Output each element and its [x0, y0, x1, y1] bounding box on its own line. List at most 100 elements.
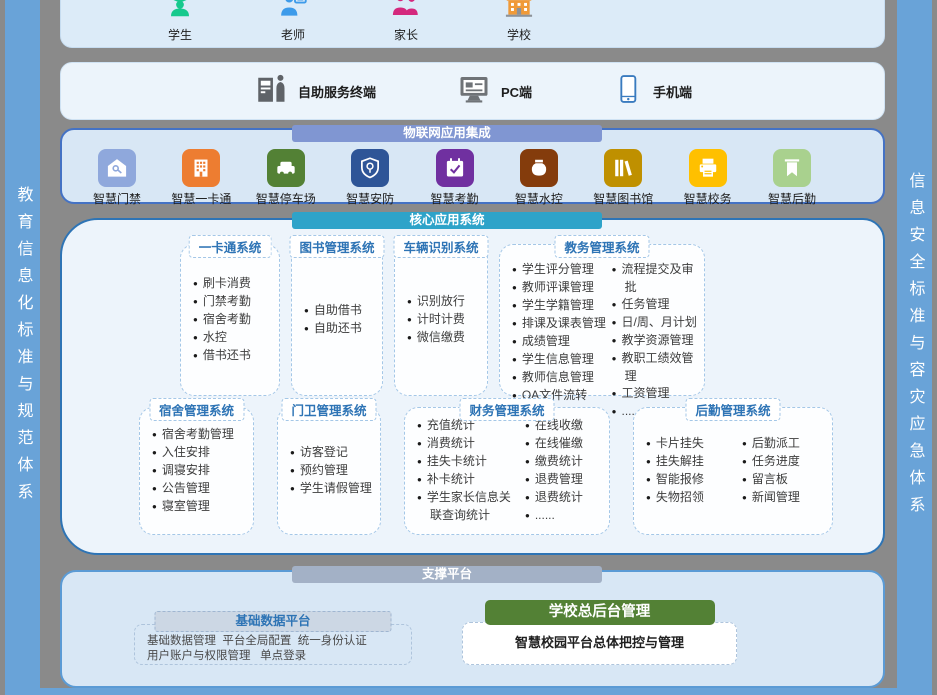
feature-item: 计时计费 — [407, 311, 465, 329]
feature-item: 寝室管理 — [152, 498, 234, 516]
parking-icon — [267, 149, 305, 187]
user-roles-panel: 学生 老师 — [60, 0, 885, 48]
role-label: 学生 — [168, 26, 192, 43]
teacher-icon — [278, 0, 308, 25]
pc-icon — [456, 71, 492, 112]
channel-pc: PC端 — [456, 71, 532, 112]
role-label: 家长 — [394, 26, 418, 43]
feature-item: 门禁考勤 — [193, 293, 251, 311]
feature-item: 教职工绩效管理 — [612, 350, 698, 385]
feature-item: 教学资源管理 — [612, 332, 698, 350]
feature-item: 在线催缴 — [525, 435, 583, 453]
feature-item: 调寝安排 — [152, 462, 234, 480]
school-admin-title: 学校总后台管理 — [485, 600, 715, 625]
feature-item: 水控 — [193, 329, 251, 347]
feature-list: 在线收缴在线催缴缴费统计退费管理退费统计...... — [525, 417, 583, 525]
system-box-title: 财务管理系统 — [459, 398, 554, 421]
vehicle-system-box: 车辆识别系统 识别放行计时计费微信缴费 — [394, 244, 488, 396]
gatekeeper-system-box: 门卫管理系统 访客登记预约管理学生请假管理 — [277, 407, 381, 535]
feature-item: 学生请假管理 — [290, 480, 372, 498]
role-label: 老师 — [281, 26, 305, 43]
attendance-icon — [436, 149, 474, 187]
feature-item: 教师信息管理 — [512, 369, 608, 387]
role-label: 学校 — [507, 26, 531, 43]
iot-attendance: 智慧考勤 — [416, 149, 494, 207]
iot-label: 智慧停车场 — [256, 190, 316, 207]
school-admin-box: 学校总后台管理 智慧校园平台总体把控与管理 — [462, 622, 737, 665]
dorm-system-box: 宿舍管理系统 宿舍考勤管理入住安排调寝安排公告管理寝室管理 — [139, 407, 254, 535]
feature-item: 退费统计 — [525, 489, 583, 507]
iot-label: 智慧一卡通 — [171, 190, 231, 207]
iot-label: 智慧图书馆 — [593, 190, 653, 207]
feature-item: 宿舍考勤管理 — [152, 426, 234, 444]
feature-item: 学生信息管理 — [512, 351, 608, 369]
role-parent: 家长 — [367, 0, 445, 43]
library-system-box: 图书管理系统 自助借书自助还书 — [291, 244, 383, 396]
core-panel-title: 核心应用系统 — [292, 212, 602, 229]
logistics-icon — [773, 149, 811, 187]
iot-school-affairs: 智慧校务 — [669, 149, 747, 207]
diagram-main: 学生 老师 — [60, 0, 885, 695]
iot-panel-title: 物联网应用集成 — [292, 125, 602, 142]
feature-item: 微信缴费 — [407, 329, 465, 347]
support-platform-panel: 支撑平台 基础数据平台 基础数据管理 平台全局配置 统一身份认证 用户账户与权限… — [60, 570, 885, 688]
core-systems-panel: 核心应用系统 一卡通系统 刷卡消费门禁考勤宿舍考勤水控借书还书 图书管理系统 自… — [60, 218, 885, 555]
right-standards-label: 信息安全标准与容灾应急体系 — [903, 172, 927, 523]
channel-kiosk: 自助服务终端 — [253, 71, 376, 112]
feature-item: 挂失卡统计 — [417, 453, 521, 471]
left-standards-label: 教育信息化标准与规范体系 — [11, 186, 35, 510]
feature-item: 学生评分管理 — [512, 261, 608, 279]
feature-list: 卡片挂失挂失解挂智能报修失物招领 — [646, 435, 738, 507]
role-school: 学校 — [480, 0, 558, 43]
school-icon — [503, 0, 535, 25]
feature-item: 借书还书 — [193, 347, 251, 365]
feature-item: 学生学籍管理 — [512, 297, 608, 315]
iot-label: 智慧校务 — [684, 190, 732, 207]
feature-item: 流程提交及审批 — [612, 261, 698, 296]
system-box-title: 教务管理系统 — [554, 235, 649, 258]
onecard-icon — [182, 149, 220, 187]
bottom-frame-strip — [5, 688, 932, 695]
feature-list: 学生评分管理教师评课管理学生学籍管理排课及课表管理成绩管理学生信息管理教师信息管… — [512, 261, 608, 421]
feature-item: 入住安排 — [152, 444, 234, 462]
feature-list: 刷卡消费门禁考勤宿舍考勤水控借书还书 — [193, 275, 251, 365]
iot-label: 智慧门禁 — [93, 190, 141, 207]
iot-door-access: 智慧门禁 — [78, 149, 156, 207]
student-icon — [165, 0, 195, 25]
school-affairs-icon — [689, 149, 727, 187]
channel-label: PC端 — [501, 82, 532, 101]
feature-item: 补卡统计 — [417, 471, 521, 489]
iot-label: 智慧考勤 — [430, 190, 478, 207]
feature-item: 退费管理 — [525, 471, 583, 489]
feature-item: 排课及课表管理 — [512, 315, 608, 333]
feature-item: 任务管理 — [612, 296, 698, 314]
feature-list: 充值统计消费统计挂失卡统计补卡统计学生家长信息关联查询统计 — [417, 417, 521, 525]
feature-item: 公告管理 — [152, 480, 234, 498]
iot-onecard: 智慧一卡通 — [162, 149, 240, 207]
school-admin-text: 智慧校园平台总体把控与管理 — [463, 623, 736, 663]
feature-item: 消费统计 — [417, 435, 521, 453]
feature-item: 自助借书 — [304, 302, 362, 320]
role-student: 学生 — [141, 0, 219, 43]
iot-label: 智慧安防 — [346, 190, 394, 207]
feature-list: 访客登记预约管理学生请假管理 — [290, 444, 372, 498]
iot-panel: 物联网应用集成 智慧门禁 — [60, 128, 885, 204]
system-box-title: 一卡通系统 — [189, 235, 272, 258]
channel-label: 手机端 — [653, 82, 692, 101]
system-box-title: 宿舍管理系统 — [149, 398, 244, 421]
onecard-system-box: 一卡通系统 刷卡消费门禁考勤宿舍考勤水控借书还书 — [180, 244, 280, 396]
kiosk-icon — [253, 71, 289, 112]
feature-item: 成绩管理 — [512, 333, 608, 351]
library-icon — [604, 149, 642, 187]
system-box-title: 图书管理系统 — [289, 235, 384, 258]
security-icon — [351, 149, 389, 187]
iot-security: 智慧安防 — [331, 149, 409, 207]
iot-parking: 智慧停车场 — [247, 149, 325, 207]
feature-item: 新闻管理 — [742, 489, 800, 507]
iot-library: 智慧图书馆 — [584, 149, 662, 207]
support-panel-title: 支撑平台 — [292, 566, 602, 583]
finance-system-box: 财务管理系统 充值统计消费统计挂失卡统计补卡统计学生家长信息关联查询统计 在线收… — [404, 407, 610, 535]
base-data-platform-title: 基础数据平台 — [155, 611, 392, 632]
feature-item: 挂失解挂 — [646, 453, 738, 471]
iot-label: 智慧后勤 — [768, 190, 816, 207]
